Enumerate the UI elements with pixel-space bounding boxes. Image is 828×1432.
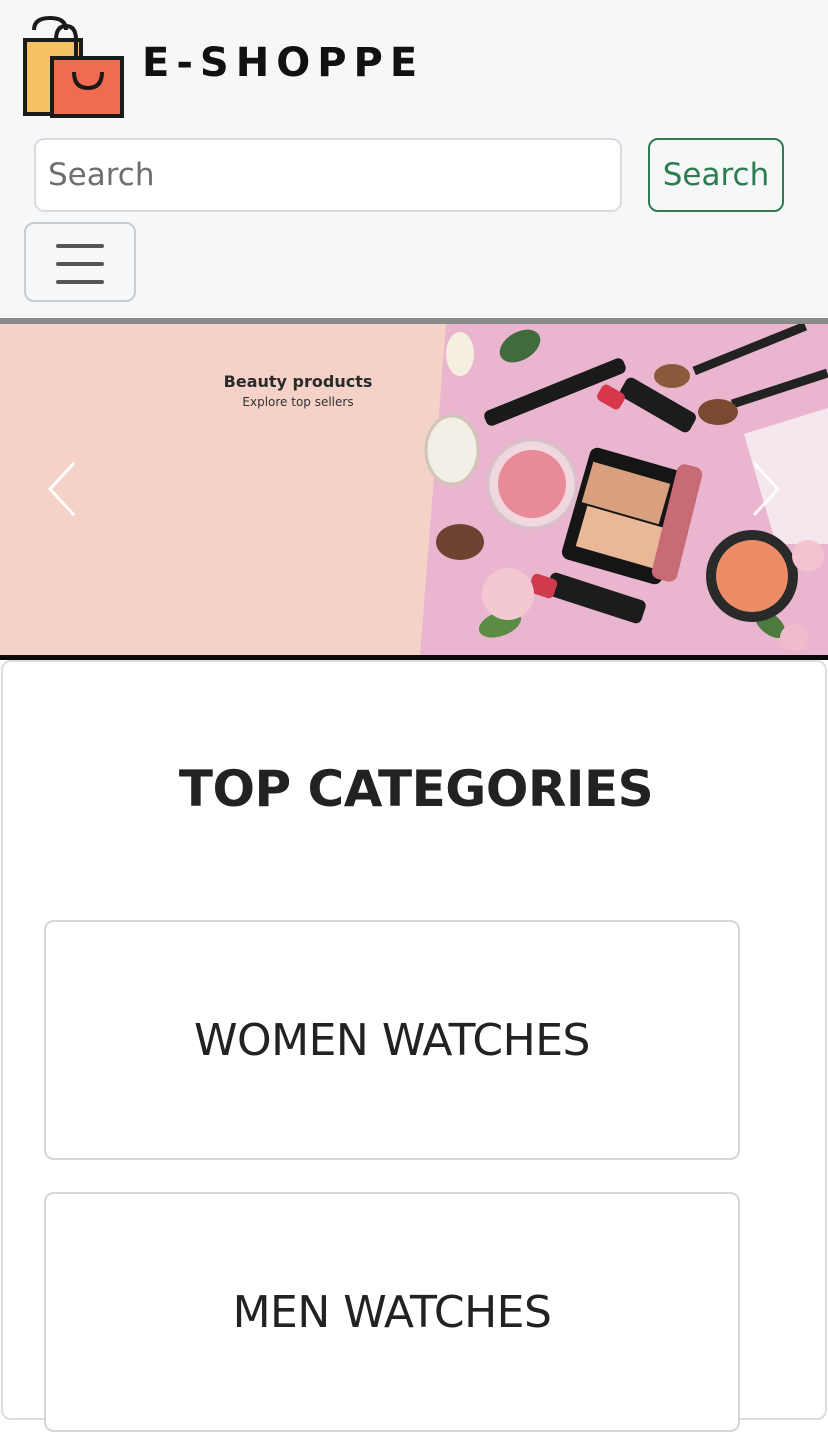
category-card-women-watches[interactable]: WOMEN WATCHES (44, 920, 740, 1160)
search-button[interactable]: Search (648, 138, 784, 212)
hamburger-menu-icon (56, 244, 104, 248)
chevron-left-icon (47, 461, 76, 517)
carousel-next-button[interactable] (736, 454, 796, 524)
category-label: WOMEN WATCHES (194, 1014, 590, 1066)
hamburger-menu-icon (56, 262, 104, 266)
chevron-right-icon (752, 461, 781, 517)
carousel-prev-button[interactable] (32, 454, 92, 524)
brand-name: E-SHOPPE (142, 40, 425, 86)
category-label: MEN WATCHES (232, 1286, 552, 1338)
shopping-bags-icon (23, 16, 124, 118)
navbar-toggler-button[interactable] (24, 222, 136, 302)
hamburger-menu-icon (56, 280, 104, 284)
carousel-slide-title: Beauty products (223, 372, 373, 391)
top-categories-section: TOP CATEGORIES WOMEN WATCHES MEN WATCHES (1, 660, 827, 1432)
carousel-slide-subtitle: Explore top sellers (242, 395, 354, 409)
section-title: TOP CATEGORIES (178, 760, 654, 818)
brand-link[interactable]: E-SHOPPE (22, 16, 417, 120)
hero-carousel: Beauty products Explore top sellers (0, 318, 828, 660)
category-card-men-watches[interactable]: MEN WATCHES (44, 1192, 740, 1432)
navbar: E-SHOPPE Search (0, 0, 828, 318)
search-input[interactable] (34, 138, 622, 212)
carousel-caption: Beauty products Explore top sellers (198, 372, 398, 409)
cosmetics-banner-image (420, 324, 828, 655)
